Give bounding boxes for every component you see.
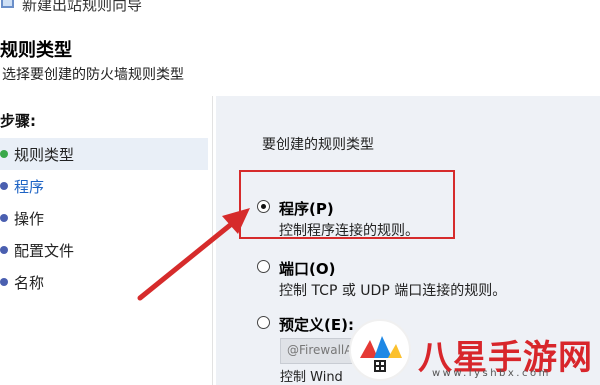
step-label: 名称	[14, 273, 45, 292]
panel-heading: 要创建的规则类型	[262, 137, 374, 153]
divider	[212, 96, 213, 385]
watermark-url: www.lyshbx.com	[432, 368, 551, 379]
steps-list: 规则类型 程序 操作 配置文件 名称	[0, 138, 210, 298]
step-name[interactable]: 名称	[0, 266, 210, 298]
step-program[interactable]: 程序	[0, 170, 210, 202]
step-label: 配置文件	[14, 241, 75, 260]
step-bullet-icon	[0, 214, 8, 222]
highlight-box	[239, 170, 455, 239]
firewall-wizard-icon	[1, 0, 14, 8]
page-subtitle: 选择要创建的防火墙规则类型	[2, 67, 184, 83]
step-label: 程序	[14, 177, 45, 196]
step-label: 规则类型	[14, 145, 75, 164]
step-bullet-icon	[0, 182, 8, 190]
step-rule-type[interactable]: 规则类型	[0, 138, 208, 170]
option-label: 预定义(E):	[279, 316, 354, 334]
step-bullet-icon	[0, 246, 8, 254]
window-title: 新建出站规则向导	[22, 0, 143, 14]
page-title: 规则类型	[0, 40, 72, 61]
step-profile[interactable]: 配置文件	[0, 234, 210, 266]
option-description: 控制 TCP 或 UDP 端口连接的规则。	[279, 283, 507, 299]
watermark-logo-icon	[349, 319, 411, 381]
steps-heading: 步骤:	[0, 112, 36, 130]
step-bullet-icon	[0, 278, 8, 286]
predefined-radio[interactable]	[257, 316, 270, 329]
predefined-description: 控制 Wind	[280, 370, 343, 385]
port-radio[interactable]	[257, 260, 270, 273]
step-action[interactable]: 操作	[0, 202, 210, 234]
step-label: 操作	[14, 209, 45, 228]
title-bar: 新建出站规则向导	[0, 0, 600, 20]
step-bullet-icon	[0, 150, 8, 158]
option-label: 端口(O)	[279, 260, 336, 278]
